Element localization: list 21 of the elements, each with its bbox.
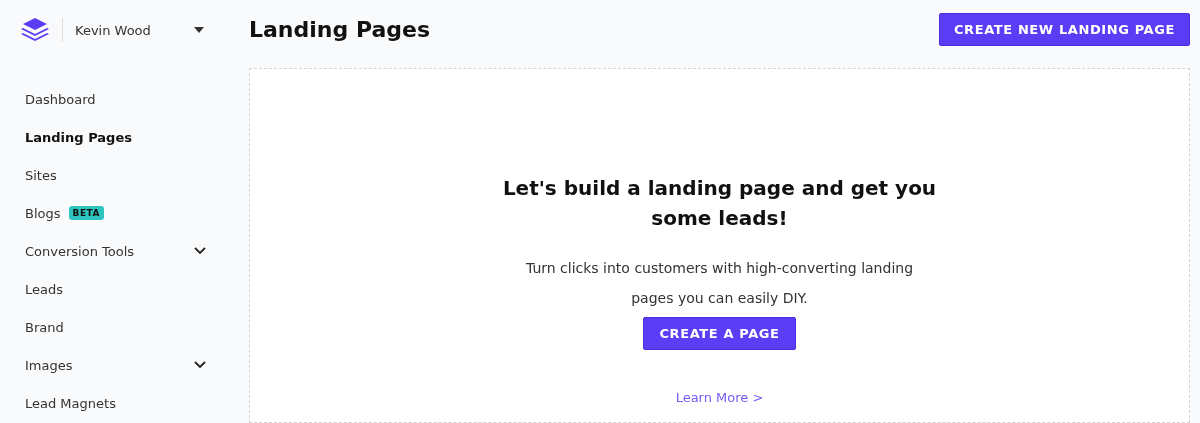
sidebar-item[interactable]: Lead Magnets xyxy=(0,384,240,422)
layers-logo-icon xyxy=(20,18,50,42)
beta-badge: BETA xyxy=(68,206,104,220)
sidebar-item[interactable]: Sites xyxy=(0,156,240,194)
chevron-down-icon[interactable] xyxy=(194,247,206,255)
page-title: Landing Pages xyxy=(249,16,431,42)
sidebar-item[interactable]: Dashboard xyxy=(0,80,240,118)
sidebar-item[interactable]: Conversion Tools xyxy=(0,232,240,270)
sidebar-item[interactable]: Landing Pages xyxy=(0,118,240,156)
learn-more-link[interactable]: Learn More > xyxy=(675,390,764,405)
empty-state-heading: Let's build a landing page and get you some leads! xyxy=(501,175,938,232)
sidebar-item[interactable]: Images xyxy=(0,346,240,384)
account-name[interactable]: Kevin Wood xyxy=(75,22,151,38)
empty-state-text: Turn clicks into customers with high-converting landing pages you can easily DIY. xyxy=(524,259,915,308)
create-page-button[interactable]: CREATE A PAGE xyxy=(643,317,796,350)
sidebar-item[interactable]: Leads xyxy=(0,270,240,308)
create-new-landing-page-button[interactable]: CREATE NEW LANDING PAGE xyxy=(938,12,1190,46)
sidebar-item[interactable]: Blogs BETA xyxy=(0,194,240,232)
sidebar-item[interactable]: Brand xyxy=(0,308,240,346)
chevron-down-icon[interactable] xyxy=(194,361,206,369)
dropdown-caret-icon[interactable] xyxy=(194,27,204,33)
